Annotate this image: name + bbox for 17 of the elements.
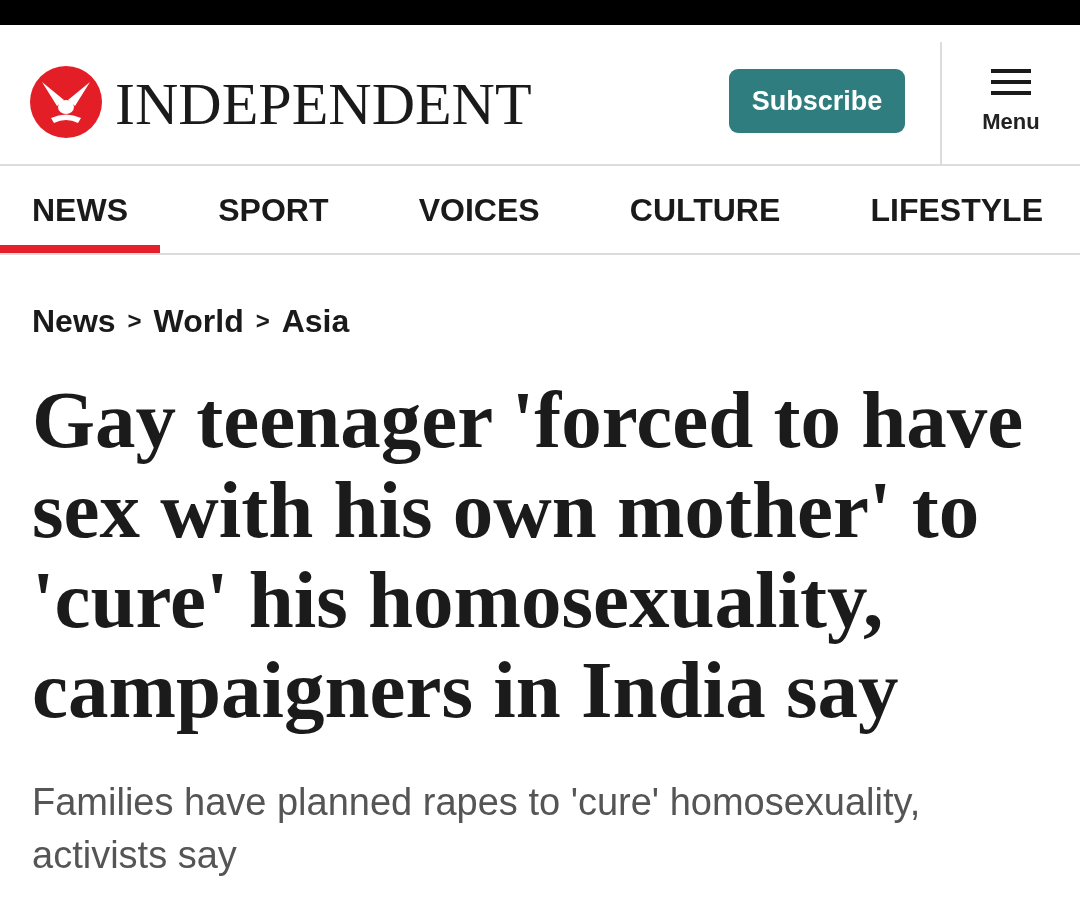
breadcrumb-link[interactable]: News [32,301,116,341]
nav-tab[interactable]: CULTURE [597,166,813,253]
nav-tab[interactable]: NEWS [0,166,160,253]
nav-tab[interactable]: VOICES [386,166,572,253]
breadcrumb-link[interactable]: World [153,301,244,341]
logo-wordmark: INDEPENDENT [115,69,532,134]
breadcrumb-separator: > [127,306,142,336]
menu-button[interactable]: Menu [940,42,1080,164]
nav-tab[interactable]: SPORT [186,166,361,253]
article-standfirst: Families have planned rapes to 'cure' homosexuality, activists say [31,780,922,878]
nav-tab[interactable]: LIFESTYLE [838,166,1075,253]
article-headline: Gay teenager 'forced to have sex with his own mother' to 'cure' his homosexuality, campaigners in India say [31,375,1025,735]
bird-logo-icon [30,65,102,138]
breadcrumb-link[interactable]: Asia [281,301,350,341]
menu-icon [991,69,1031,95]
subscribe-button[interactable]: Subscribe [729,69,905,133]
breadcrumb-separator: > [255,306,270,336]
